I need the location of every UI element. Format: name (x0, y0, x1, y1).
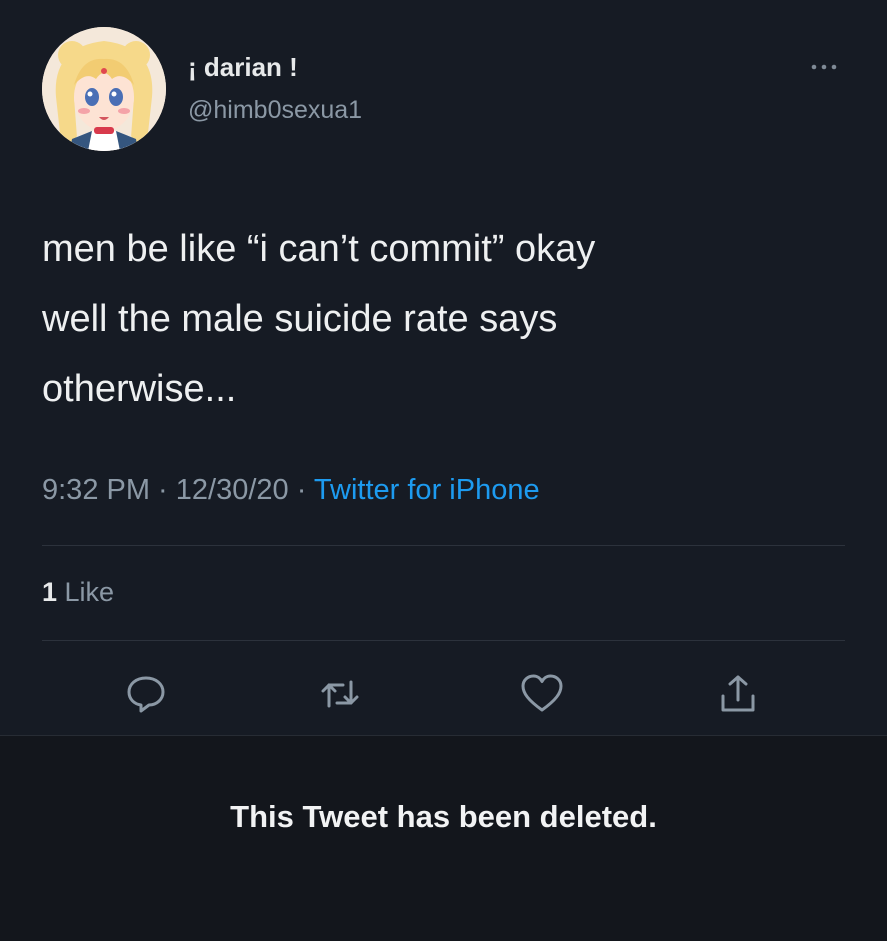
author-handle[interactable]: @himb0sexua1 (188, 96, 362, 125)
heart-icon (521, 674, 563, 712)
like-button[interactable] (518, 670, 566, 718)
tweet-card: ¡ darian ! @himb0sexua1 men be like “i c… (0, 0, 887, 735)
tweet-text-line: men be like “i can’t commit” okay (42, 228, 596, 270)
tweet-text: men be like “i can’t commit” okay well t… (42, 214, 842, 424)
share-icon (721, 675, 755, 712)
deleted-tweet-panel (0, 735, 887, 941)
meta-separator: · (288, 474, 314, 506)
share-button[interactable] (714, 670, 762, 718)
retweet-icon (321, 680, 359, 708)
likes-count-link[interactable]: 1 Like (42, 577, 114, 608)
tweet-time[interactable]: 9:32 PM (42, 474, 150, 506)
like-label: Like (57, 577, 115, 607)
avatar[interactable] (42, 27, 166, 151)
like-count: 1 (42, 577, 58, 607)
reply-button[interactable] (122, 670, 170, 718)
tweet-text-line: otherwise... (42, 368, 237, 410)
avatar-illustration (42, 27, 166, 151)
meta-separator: · (150, 474, 176, 506)
tweet-source-link[interactable]: Twitter for iPhone (314, 474, 540, 506)
divider (42, 545, 845, 546)
divider (42, 640, 845, 641)
tweet-metadata: 9:32 PM · 12/30/20 · Twitter for iPhone (42, 474, 540, 507)
more-options-icon[interactable] (806, 60, 842, 74)
reply-icon (127, 676, 165, 713)
tweet-date[interactable]: 12/30/20 (176, 474, 289, 506)
retweet-button[interactable] (316, 670, 364, 718)
deleted-notice: This Tweet has been deleted. (230, 799, 657, 834)
tweet-text-line: well the male suicide rate says (42, 298, 558, 340)
author-display-name[interactable]: ¡ darian ! (188, 52, 298, 83)
